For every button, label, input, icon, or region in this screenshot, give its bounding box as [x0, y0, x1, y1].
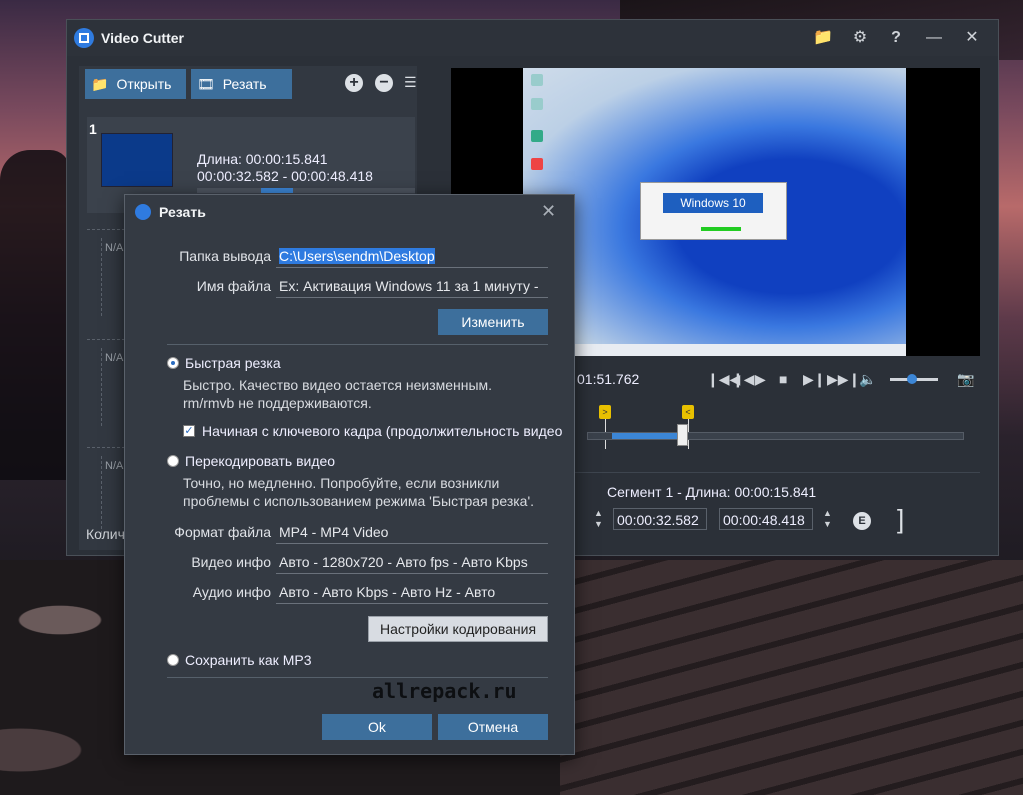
fast-cut-radio[interactable]: [167, 357, 179, 369]
separator: [575, 472, 980, 473]
reencode-desc: Точно, но медленно. Попробуйте, если воз…: [183, 475, 500, 491]
timeline[interactable]: [587, 432, 964, 440]
end-time-input[interactable]: 00:00:48.418: [719, 508, 813, 530]
fast-cut-label: Быстрая резка: [185, 355, 281, 371]
volume-icon[interactable]: 🔈: [859, 371, 876, 388]
film-app-icon: [135, 204, 151, 220]
clip-progress: [197, 188, 415, 193]
output-folder-value: C:\Users\sendm\Desktop: [279, 248, 435, 264]
e-icon[interactable]: E: [853, 512, 871, 530]
keyframe-checkbox[interactable]: ✓: [183, 425, 195, 437]
current-time: 01:51.762: [577, 371, 640, 387]
help-icon[interactable]: ?: [886, 28, 906, 48]
dialog-title-bar[interactable]: Резать ✕: [125, 195, 574, 229]
play-icon[interactable]: ▶: [755, 371, 766, 388]
desktop-icon: [531, 158, 543, 170]
encode-settings-button[interactable]: Настройки кодирования: [368, 616, 548, 642]
skip-end-icon[interactable]: ▶▶❙: [827, 371, 860, 388]
popup-text: Windows 10: [663, 193, 763, 213]
desktop-icon: [531, 74, 543, 86]
count-label: Колич: [86, 526, 125, 542]
watermark: allrepack.ru: [372, 679, 517, 703]
film-icon: 🎞: [197, 75, 215, 92]
background-tree: [0, 150, 70, 480]
slot-label: N/A: [105, 460, 124, 472]
gear-icon[interactable]: ⚙: [850, 28, 870, 48]
save-mp3-radio[interactable]: [167, 654, 179, 666]
taskbar: [523, 344, 906, 356]
fast-cut-desc: Быстро. Качество видео остается неизменн…: [183, 377, 493, 393]
ok-button[interactable]: Ok: [322, 714, 432, 740]
start-time-stepper[interactable]: ▲ ▼: [594, 508, 603, 530]
reencode-desc: проблемы с использованием режима 'Быстра…: [183, 493, 535, 509]
title-bar[interactable]: Video Cutter 📁 ⚙ ? — ✕: [67, 20, 998, 56]
end-bracket-icon[interactable]: ]: [897, 504, 904, 535]
open-button-label: Открыть: [116, 76, 172, 92]
close-icon[interactable]: ✕: [541, 201, 556, 222]
step-forward-icon[interactable]: ▶❙: [803, 371, 826, 388]
step-back-icon[interactable]: ❙◀: [732, 371, 755, 388]
remove-icon[interactable]: −: [375, 74, 393, 92]
stop-icon[interactable]: ■: [779, 371, 787, 387]
output-folder-label: Папка вывода: [179, 248, 271, 264]
window-title: Video Cutter: [101, 30, 184, 46]
end-time-stepper[interactable]: ▲ ▼: [823, 508, 832, 530]
save-mp3-label: Сохранить как MP3: [185, 652, 312, 668]
format-select[interactable]: MP4 - MP4 Video: [276, 522, 548, 544]
end-marker[interactable]: <: [682, 405, 694, 419]
divider: [167, 344, 548, 345]
change-button[interactable]: Изменить: [438, 309, 548, 335]
open-button[interactable]: 📁 Открыть: [85, 69, 186, 99]
fast-cut-desc: rm/rmvb не поддерживаются.: [183, 395, 372, 411]
close-icon[interactable]: ✕: [962, 28, 982, 48]
background-dock: [560, 560, 1023, 795]
clip-length: Длина: 00:00:15.841: [197, 151, 328, 167]
format-label: Формат файла: [174, 524, 271, 540]
desktop-icon: [531, 130, 543, 142]
filename-label: Имя файла: [196, 278, 271, 294]
cut-button-label: Резать: [222, 76, 267, 92]
slot-label: N/A: [105, 242, 124, 254]
dialog-title: Резать: [159, 204, 206, 220]
video-frame: Windows 10: [523, 68, 906, 356]
audio-info-label: Аудио инфо: [192, 584, 271, 600]
folder-icon[interactable]: 📁: [813, 28, 833, 48]
minimize-icon[interactable]: —: [924, 28, 944, 48]
keyframe-label: Начиная с ключевого кадра (продолжительн…: [202, 423, 563, 439]
clip-thumbnail: [101, 133, 173, 187]
reencode-label: Перекодировать видео: [185, 453, 336, 469]
snapshot-icon[interactable]: 📷: [957, 371, 974, 388]
divider: [167, 677, 548, 678]
clip-range: 00:00:32.582 - 00:00:48.418: [197, 168, 373, 184]
output-folder-field[interactable]: C:\Users\sendm\Desktop: [276, 246, 548, 268]
desktop-icon: [531, 98, 543, 110]
reencode-radio[interactable]: [167, 455, 179, 467]
slot-label: N/A: [105, 352, 124, 364]
clear-list-icon[interactable]: ☰: [404, 74, 417, 91]
audio-info-field[interactable]: Авто - Авто Kbps - Авто Hz - Авто: [276, 582, 548, 604]
volume-slider[interactable]: [890, 374, 938, 384]
video-info-field[interactable]: Авто - 1280x720 - Авто fps - Авто Kbps: [276, 552, 548, 574]
film-app-icon: [74, 28, 94, 48]
activator-popup: Windows 10: [640, 182, 787, 240]
timeline-handle[interactable]: [677, 424, 688, 446]
cut-button[interactable]: 🎞 Резать: [191, 69, 292, 99]
start-marker[interactable]: >: [599, 405, 611, 419]
video-info-label: Видео инфо: [191, 554, 271, 570]
add-icon[interactable]: +: [345, 74, 363, 92]
filename-field[interactable]: Ex: Активация Windows 11 за 1 минуту -: [276, 276, 548, 298]
cut-dialog: Резать ✕ Папка вывода C:\Users\sendm\Des…: [124, 194, 575, 755]
clip-number: 1: [89, 121, 97, 137]
folder-open-icon: 📁: [91, 75, 109, 92]
cancel-button[interactable]: Отмена: [438, 714, 548, 740]
start-time-input[interactable]: 00:00:32.582: [613, 508, 707, 530]
segment-label: Сегмент 1 - Длина: 00:00:15.841: [607, 484, 817, 500]
